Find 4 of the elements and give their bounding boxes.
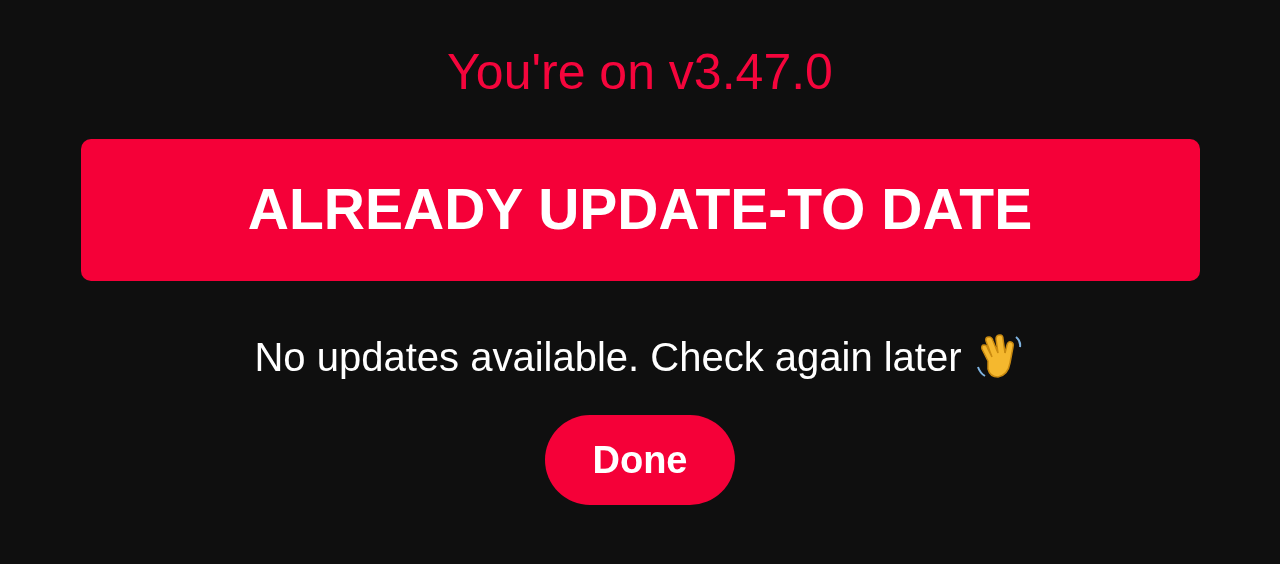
done-button[interactable]: Done (545, 415, 735, 505)
status-banner: ALREADY UPDATE-TO DATE (80, 139, 1200, 281)
version-title: You're on v3.47.0 (447, 43, 833, 102)
status-message: No updates available. Check again later (254, 334, 962, 381)
